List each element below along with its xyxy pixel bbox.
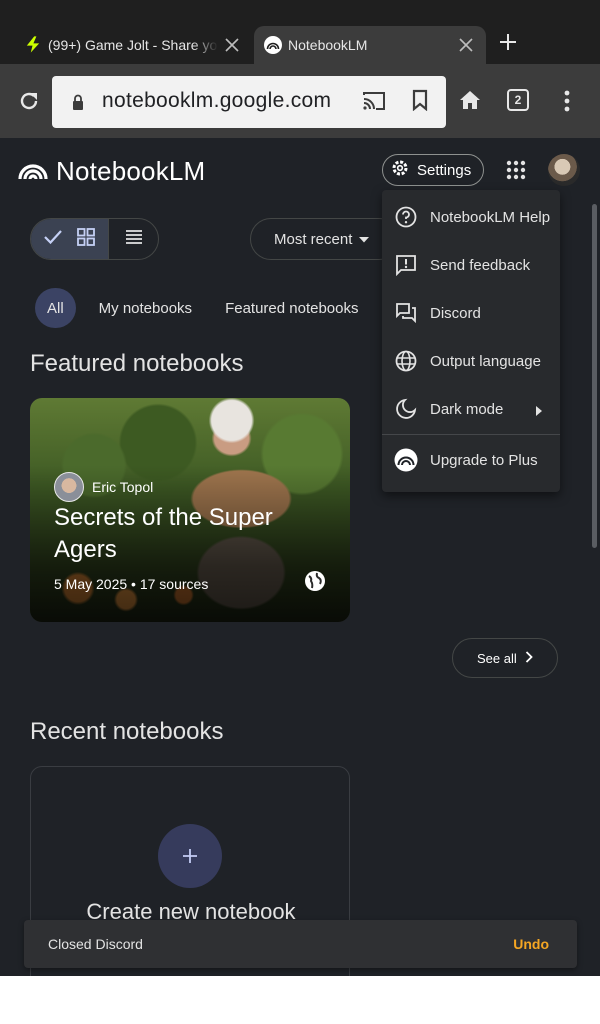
settings-button[interactable]: Settings (382, 154, 484, 186)
see-all-label: See all (477, 650, 517, 666)
address-bar[interactable]: notebooklm.google.com (52, 76, 446, 128)
tab-switcher-button[interactable]: 2 (507, 89, 529, 111)
menu-divider (382, 434, 560, 435)
notebooklm-page: NotebookLM Settings Most recent All My n… (0, 138, 600, 976)
see-all-button[interactable]: See all (452, 638, 558, 678)
globe-icon (394, 349, 418, 373)
menu-item-label: Dark mode (430, 400, 504, 418)
close-tab-icon[interactable] (452, 31, 480, 59)
menu-item-label: Discord (430, 304, 481, 322)
browser-tab-gamejolt[interactable]: (99+) Game Jolt - Share your (14, 26, 252, 64)
filter-all[interactable]: All (35, 288, 76, 328)
browser-tab-strip: (99+) Game Jolt - Share your NotebookLM (0, 0, 600, 64)
app-logo[interactable]: NotebookLM (18, 156, 205, 187)
list-icon (125, 229, 143, 250)
new-tab-icon[interactable] (494, 28, 522, 56)
featured-notebook-card[interactable]: Eric Topol Secrets of the Super Agers 5 … (30, 398, 350, 622)
gamejolt-bolt-icon (24, 36, 42, 54)
home-icon[interactable] (456, 86, 484, 119)
undo-button[interactable]: Undo (513, 936, 549, 952)
help-icon (394, 205, 418, 229)
apps-grid-icon[interactable] (504, 158, 528, 182)
app-name: NotebookLM (56, 156, 206, 186)
page-scrollbar[interactable] (592, 204, 597, 548)
menu-item-label: Upgrade to Plus (430, 451, 538, 469)
filter-my-notebooks[interactable]: My notebooks (89, 288, 202, 328)
menu-item-send-feedback[interactable]: Send feedback (382, 241, 560, 289)
settings-menu: NotebookLM Help Send feedback Discord Ou… (382, 190, 560, 492)
dark-mode-icon (394, 397, 418, 421)
public-globe-icon (304, 570, 326, 597)
card-author: Eric Topol (54, 472, 153, 502)
check-icon (43, 229, 63, 250)
menu-item-label: Send feedback (430, 256, 531, 274)
snackbar-message: Closed Discord (48, 936, 143, 952)
settings-label: Settings (417, 161, 472, 179)
recent-section-title: Recent notebooks (30, 718, 224, 745)
tab-title: (99+) Game Jolt - Share your (48, 37, 218, 53)
caret-down-icon (352, 231, 370, 248)
notebooklm-logo-icon (394, 448, 418, 472)
lock-icon (72, 94, 84, 115)
notebook-filter-chips: All My notebooks Featured notebooks (35, 288, 382, 328)
snackbar: Closed Discord Undo (24, 920, 577, 968)
sort-dropdown[interactable]: Most recent (250, 218, 400, 260)
notebooklm-logo-icon (18, 157, 48, 186)
menu-item-label: Output language (430, 352, 541, 370)
author-name: Eric Topol (92, 479, 154, 495)
menu-item-upgrade-to-plus[interactable]: Upgrade to Plus (382, 436, 560, 484)
submenu-arrow-icon (536, 403, 542, 420)
menu-item-output-language[interactable]: Output language (382, 337, 560, 385)
view-toggle (30, 218, 159, 260)
list-view-button[interactable] (109, 219, 158, 259)
chevron-right-icon (517, 650, 533, 666)
sort-label: Most recent (274, 230, 353, 248)
gear-icon (391, 159, 409, 181)
bookmark-icon[interactable] (412, 89, 428, 116)
close-tab-icon[interactable] (218, 31, 246, 59)
tab-title: NotebookLM (288, 37, 368, 53)
card-meta: 5 May 2025 • 17 sources (54, 576, 209, 592)
feedback-icon (394, 253, 418, 277)
menu-item-dark-mode[interactable]: Dark mode (382, 385, 560, 433)
discord-icon (394, 301, 418, 325)
browser-menu-icon[interactable] (556, 88, 578, 119)
featured-section-title: Featured notebooks (30, 350, 244, 377)
grid-icon (76, 227, 96, 252)
menu-item-help[interactable]: NotebookLM Help (382, 193, 560, 241)
author-avatar (54, 472, 84, 502)
grid-view-button[interactable] (31, 219, 109, 259)
user-avatar[interactable] (548, 154, 580, 186)
menu-item-label: NotebookLM Help (430, 208, 551, 226)
cast-icon[interactable] (362, 90, 386, 117)
menu-item-discord[interactable]: Discord (382, 289, 560, 337)
browser-toolbar: notebooklm.google.com 2 (0, 64, 600, 138)
card-title: Secrets of the Super Agers (54, 504, 273, 563)
reload-icon[interactable] (14, 86, 44, 116)
url-text[interactable]: notebooklm.google.com (102, 89, 331, 113)
notebooklm-logo-icon (264, 36, 282, 54)
plus-icon (158, 824, 222, 888)
filter-featured-notebooks[interactable]: Featured notebooks (215, 288, 368, 328)
browser-tab-notebooklm[interactable]: NotebookLM (254, 26, 486, 64)
